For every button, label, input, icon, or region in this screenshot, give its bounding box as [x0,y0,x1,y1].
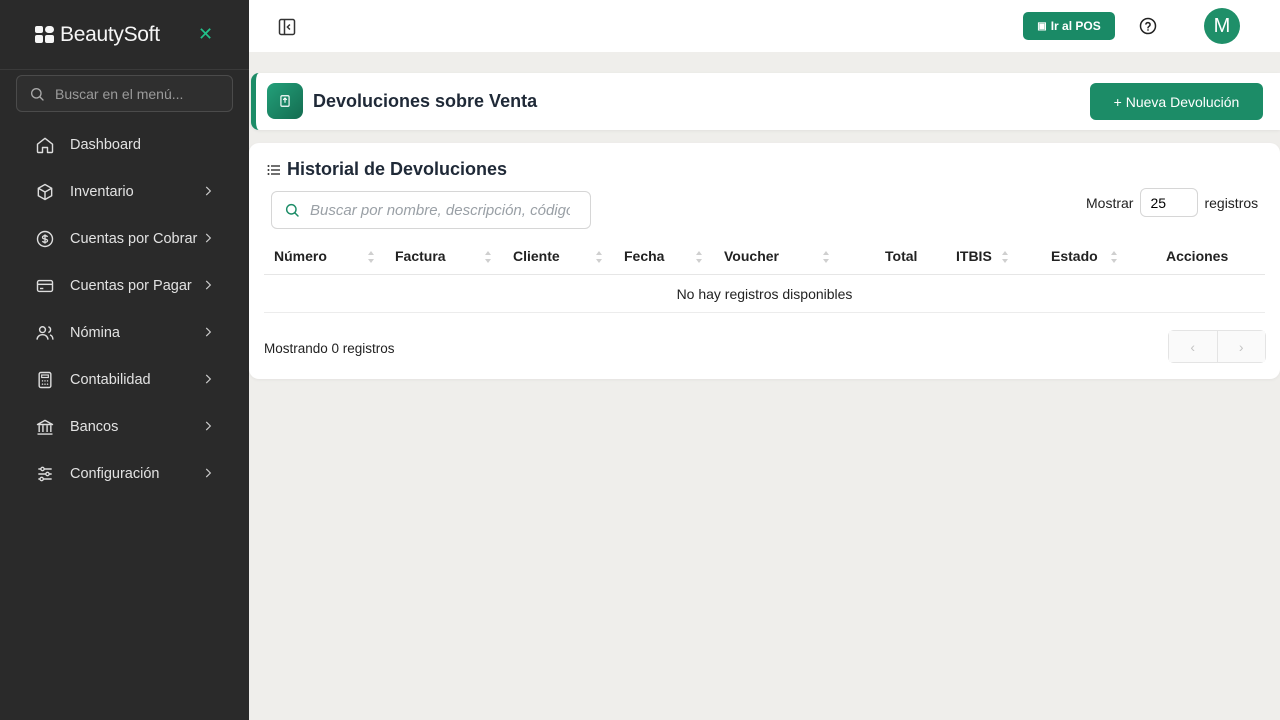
sidebar-item-contabilidad[interactable]: Contabilidad [0,356,249,403]
chevron-right-icon [205,327,212,337]
sidebar-item-inventario[interactable]: Inventario [0,168,249,215]
go-to-pos-button[interactable]: ▣ Ir al POS [1023,12,1115,40]
show-label: Mostrar [1086,194,1134,211]
column-acciones: Acciones [1166,248,1229,264]
sidebar-item-cuentas-por-cobrar[interactable]: Cuentas por Cobrar [0,215,249,262]
chevron-right-icon [205,280,212,290]
column-numero[interactable]: Número [274,248,327,264]
home-icon [36,137,54,153]
chevron-right-icon [205,468,212,478]
user-avatar[interactable]: M [1204,8,1240,44]
column-voucher[interactable]: Voucher [724,248,779,264]
brand-name: BeautySoft [60,22,160,46]
close-sidebar-icon[interactable]: ✕ [198,24,213,45]
search-icon [285,203,299,217]
sidebar-item-cuentas-por-pagar[interactable]: Cuentas por Pagar [0,262,249,309]
column-estado[interactable]: Estado [1051,248,1098,264]
sidebar-search[interactable] [16,75,233,112]
sort-icon[interactable] [695,249,703,265]
column-cliente[interactable]: Cliente [513,248,560,264]
brand-logo-icon [35,26,54,43]
sidebar-item-configuracion[interactable]: Configuración [0,450,249,497]
previous-page-button[interactable]: ‹ [1169,331,1218,362]
page-header: Devoluciones sobre Venta + Nueva Devoluc… [251,73,1280,130]
sidebar-item-label: Inventario [70,183,134,200]
sidebar-item-label: Nómina [70,324,120,341]
card-title-text: Historial de Devoluciones [287,159,508,179]
page-size-control: Mostrar registros [1086,188,1258,217]
column-total[interactable]: Total [885,248,917,264]
chevron-right-icon [205,421,212,431]
page-title: Devoluciones sobre Venta [313,91,538,111]
sort-icon[interactable] [1001,249,1009,265]
search-icon [31,87,44,101]
page-size-input[interactable] [1140,188,1199,217]
table-search[interactable] [271,191,591,229]
sort-icon[interactable] [484,249,492,265]
table-header: Número Factura Cliente Fecha Voucher Tot… [264,239,1265,275]
sort-icon[interactable] [822,249,830,265]
sort-icon[interactable] [1110,249,1118,265]
sidebar-item-label: Bancos [70,418,119,435]
cash-icon: ▣ [1037,20,1047,32]
sidebar-item-dashboard[interactable]: Dashboard [0,121,249,168]
chevron-right-icon [205,233,212,243]
column-factura[interactable]: Factura [395,248,446,264]
history-card: Historial de Devoluciones Mostrar regist… [249,143,1280,379]
sidebar-nav: Dashboard Inventario Cuentas por Cobrar … [0,121,249,497]
next-page-button[interactable]: › [1217,331,1265,362]
topbar: ▣ Ir al POS M [249,0,1280,52]
records-count: Mostrando 0 registros [264,341,395,356]
column-fecha[interactable]: Fecha [624,248,664,264]
list-icon [267,164,280,175]
sidebar-item-nomina[interactable]: Nómina [0,309,249,356]
chevron-right-icon [205,374,212,384]
returns-icon [267,83,303,119]
column-itbis[interactable]: ITBIS [956,248,992,264]
empty-table-message: No hay registros disponibles [264,275,1265,313]
new-return-button[interactable]: + Nueva Devolución [1090,83,1263,120]
dollar-circle-icon [36,230,54,247]
table-search-input[interactable] [310,201,570,219]
credit-card-icon [36,279,54,292]
pos-button-label: Ir al POS [1050,19,1101,33]
sidebar-item-label: Cuentas por Pagar [70,277,192,294]
calculator-icon [38,371,52,388]
bank-icon [36,419,54,435]
brand: BeautySoft ✕ [0,0,249,70]
sidebar: BeautySoft ✕ Dashboard Inventario Cuenta… [0,0,249,720]
sort-icon[interactable] [367,249,375,265]
sidebar-item-label: Configuración [70,465,160,482]
chevron-right-icon [205,186,212,196]
sort-icon[interactable] [595,249,603,265]
sliders-icon [38,466,52,481]
records-label: registros [1204,194,1259,211]
help-icon[interactable] [1139,17,1157,35]
pagination: ‹ › [1168,330,1266,363]
toggle-sidebar-icon[interactable] [277,17,297,37]
sidebar-item-label: Dashboard [70,136,141,153]
sidebar-item-label: Cuentas por Cobrar [70,230,198,247]
sidebar-search-input[interactable] [55,85,225,102]
sidebar-item-bancos[interactable]: Bancos [0,403,249,450]
box-icon [37,183,53,200]
card-title: Historial de Devoluciones [267,159,507,180]
sidebar-item-label: Contabilidad [70,371,151,388]
users-icon [36,325,54,340]
